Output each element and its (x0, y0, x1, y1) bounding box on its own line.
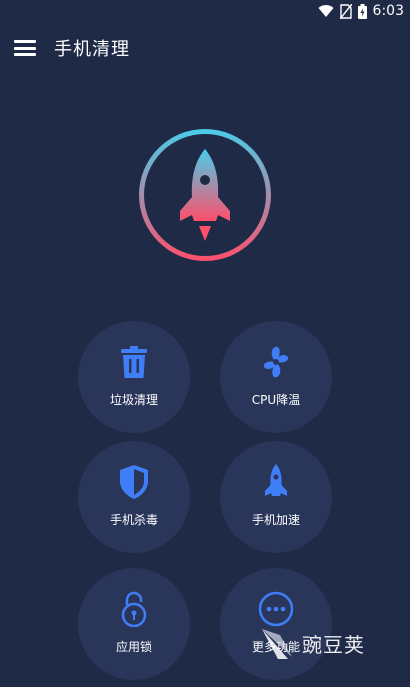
feature-label: 手机加速 (251, 513, 300, 527)
fan-icon (220, 341, 332, 383)
battery-icon (357, 3, 367, 19)
no-sim-icon (339, 3, 352, 19)
feature-antivirus[interactable]: 手机杀毒 (78, 441, 190, 553)
watermark-text: 豌豆荚 (302, 632, 365, 657)
menu-icon[interactable] (14, 40, 36, 56)
feature-app-lock[interactable]: 应用锁 (78, 568, 190, 680)
feature-label: 垃圾清理 (109, 393, 158, 407)
rocket-icon (220, 461, 332, 503)
page-title: 手机清理 (54, 39, 130, 60)
lock-icon (78, 588, 190, 630)
boost-inner (144, 134, 266, 256)
feature-cpu-cool[interactable]: CPU降温 (220, 321, 332, 433)
feature-label: 应用锁 (115, 640, 152, 654)
shield-icon (78, 461, 190, 503)
feature-label: 手机杀毒 (109, 513, 158, 527)
watermark-logo-icon (262, 629, 292, 659)
feature-label: CPU降温 (251, 393, 301, 407)
status-time: 6:03 (372, 3, 404, 19)
watermark: 豌豆荚 (258, 618, 398, 668)
trash-icon (78, 341, 190, 383)
app-bar: 手机清理 (0, 22, 410, 74)
rocket-icon (180, 149, 230, 241)
feature-speed-up[interactable]: 手机加速 (220, 441, 332, 553)
status-bar: 6:03 (0, 0, 410, 22)
feature-junk-clean[interactable]: 垃圾清理 (78, 321, 190, 433)
boost-button[interactable] (139, 129, 271, 261)
wifi-icon (318, 4, 334, 18)
